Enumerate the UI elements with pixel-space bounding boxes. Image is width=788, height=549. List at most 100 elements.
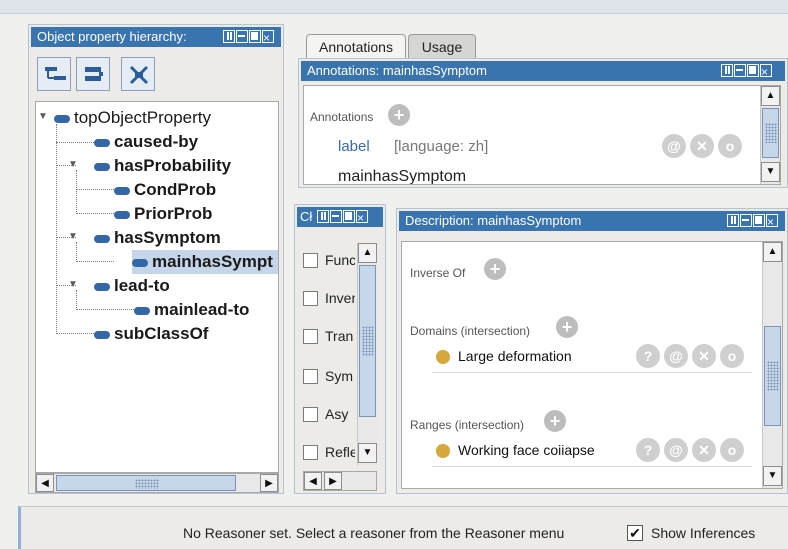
tree-item-label: lead-to xyxy=(114,276,170,295)
tree-line xyxy=(76,213,114,214)
tree-item-topobjectproperty[interactable]: topObjectProperty xyxy=(54,106,211,130)
tree-item-condprob[interactable]: CondProb xyxy=(114,178,216,202)
minimize-icon[interactable] xyxy=(330,210,342,223)
tree-item-hasprobability[interactable]: hasProbability xyxy=(94,154,231,178)
property-icon xyxy=(94,282,110,291)
collapse-icon[interactable]: ▼ xyxy=(68,231,78,242)
domain-at-button[interactable]: @ xyxy=(664,344,688,368)
collapse-icon[interactable]: ▼ xyxy=(68,159,78,170)
show-inferences-checkbox[interactable]: ✔ xyxy=(627,525,643,541)
hierarchy-window-controls[interactable] xyxy=(223,28,274,47)
close-icon[interactable] xyxy=(262,28,274,47)
description-title: Description: mainhasSymptom xyxy=(405,213,582,228)
transitive-checkbox[interactable] xyxy=(303,329,318,344)
view-toggle-icon[interactable] xyxy=(727,214,739,227)
delete-property-button[interactable] xyxy=(121,57,155,91)
hierarchy-title: Object property hierarchy: xyxy=(37,29,187,44)
add-sibling-button[interactable] xyxy=(76,57,110,91)
reflexive-checkbox[interactable] xyxy=(303,445,318,460)
functional-checkbox[interactable] xyxy=(303,253,318,268)
add-domain-button[interactable]: + xyxy=(556,316,578,338)
annotation-delete-button[interactable]: ✕ xyxy=(690,134,714,158)
maximize-icon[interactable] xyxy=(249,30,261,43)
scroll-grip xyxy=(767,361,779,391)
tree-item-lead-to[interactable]: lead-to xyxy=(94,274,170,298)
collapse-icon[interactable]: ▼ xyxy=(68,279,78,290)
tree-item-subclassof[interactable]: subClassOf xyxy=(94,322,208,346)
tree-item-hassymptom[interactable]: hasSymptom xyxy=(94,226,221,250)
minimize-icon[interactable] xyxy=(740,214,752,227)
annotations-titlebar: Annotations: mainhasSymptom xyxy=(301,61,785,81)
tree-line xyxy=(76,261,114,262)
scroll-down-icon[interactable]: ▼ xyxy=(358,443,377,463)
divider xyxy=(432,466,752,467)
property-icon xyxy=(114,210,130,219)
add-range-button[interactable]: + xyxy=(544,410,566,432)
annotation-at-button[interactable]: @ xyxy=(662,134,686,158)
asymmetric-checkbox[interactable] xyxy=(303,407,318,422)
maximize-icon[interactable] xyxy=(753,214,765,227)
scroll-left-icon[interactable]: ◀ xyxy=(304,472,322,490)
scroll-down-icon[interactable]: ▼ xyxy=(763,466,782,486)
characteristics-horizontal-scrollbar[interactable]: ◀ ▶ xyxy=(303,471,377,491)
scroll-thumb[interactable] xyxy=(762,108,779,158)
inverse-functional-checkbox[interactable] xyxy=(303,291,318,306)
domain-delete-button[interactable]: ✕ xyxy=(692,344,716,368)
minimize-icon[interactable] xyxy=(734,64,746,77)
annotation-options-button[interactable]: o xyxy=(718,134,742,158)
annotation-label-key[interactable]: label xyxy=(338,138,370,155)
scroll-right-icon[interactable]: ▶ xyxy=(260,474,278,492)
view-toggle-icon[interactable] xyxy=(223,30,235,43)
close-icon[interactable] xyxy=(356,208,368,227)
domain-options-button[interactable]: o xyxy=(720,344,744,368)
domain-explain-button[interactable]: ? xyxy=(636,344,660,368)
tab-annotations[interactable]: Annotations xyxy=(306,34,406,58)
characteristics-window-controls[interactable] xyxy=(317,208,368,227)
tree-item-mainlead-to[interactable]: mainlead-to xyxy=(134,298,249,322)
tree-item-caused-by[interactable]: caused-by xyxy=(94,130,198,154)
view-toggle-icon[interactable] xyxy=(317,210,329,223)
view-toggle-icon[interactable] xyxy=(721,64,733,77)
add-inverse-button[interactable]: + xyxy=(484,258,506,280)
scroll-up-icon[interactable]: ▲ xyxy=(761,86,780,106)
reasoner-status-text: No Reasoner set. Select a reasoner from … xyxy=(183,525,565,541)
tab-usage[interactable]: Usage xyxy=(408,34,476,58)
maximize-icon[interactable] xyxy=(343,210,355,223)
scroll-up-icon[interactable]: ▲ xyxy=(358,243,377,263)
range-explain-button[interactable]: ? xyxy=(636,438,660,462)
range-value: Working face coiiapse xyxy=(458,442,595,458)
scroll-thumb[interactable] xyxy=(359,265,376,417)
domain-item[interactable]: Large deformation xyxy=(436,346,572,366)
close-icon[interactable] xyxy=(766,212,778,231)
annotations-vertical-scrollbar[interactable]: ▲ ▼ xyxy=(760,86,780,184)
add-subproperty-button[interactable] xyxy=(37,57,71,91)
scroll-thumb[interactable] xyxy=(56,475,236,491)
scroll-thumb[interactable] xyxy=(764,326,781,426)
characteristics-vertical-scrollbar[interactable]: ▲ ▼ xyxy=(357,243,377,465)
tree-line xyxy=(76,242,77,262)
description-vertical-scrollbar[interactable]: ▲ ▼ xyxy=(762,242,782,488)
inverse-of-label: Inverse Of xyxy=(410,266,466,280)
range-delete-button[interactable]: ✕ xyxy=(692,438,716,462)
description-window-controls[interactable] xyxy=(727,212,778,231)
property-icon xyxy=(94,234,110,243)
close-icon[interactable] xyxy=(760,62,772,81)
symmetric-checkbox[interactable] xyxy=(303,369,318,384)
property-icon xyxy=(114,186,130,195)
scroll-right-icon[interactable]: ▶ xyxy=(324,472,342,490)
maximize-icon[interactable] xyxy=(747,64,759,77)
hierarchy-horizontal-scrollbar[interactable]: ◀ ▶ xyxy=(35,473,279,493)
range-at-button[interactable]: @ xyxy=(664,438,688,462)
collapse-icon[interactable]: ▼ xyxy=(38,111,48,122)
scroll-down-icon[interactable]: ▼ xyxy=(761,162,780,182)
range-options-button[interactable]: o xyxy=(720,438,744,462)
tree-item-mainhassymptom[interactable]: mainhasSympt xyxy=(132,250,278,274)
scroll-up-icon[interactable]: ▲ xyxy=(763,242,782,262)
add-annotation-button[interactable]: + xyxy=(388,104,410,126)
minimize-icon[interactable] xyxy=(236,30,248,43)
tree-item-label: hasSymptom xyxy=(114,228,221,247)
annotations-window-controls[interactable] xyxy=(721,62,772,81)
tree-item-priorprob[interactable]: PriorProb xyxy=(114,202,212,226)
scroll-left-icon[interactable]: ◀ xyxy=(36,474,54,492)
range-item[interactable]: Working face coiiapse xyxy=(436,440,595,460)
